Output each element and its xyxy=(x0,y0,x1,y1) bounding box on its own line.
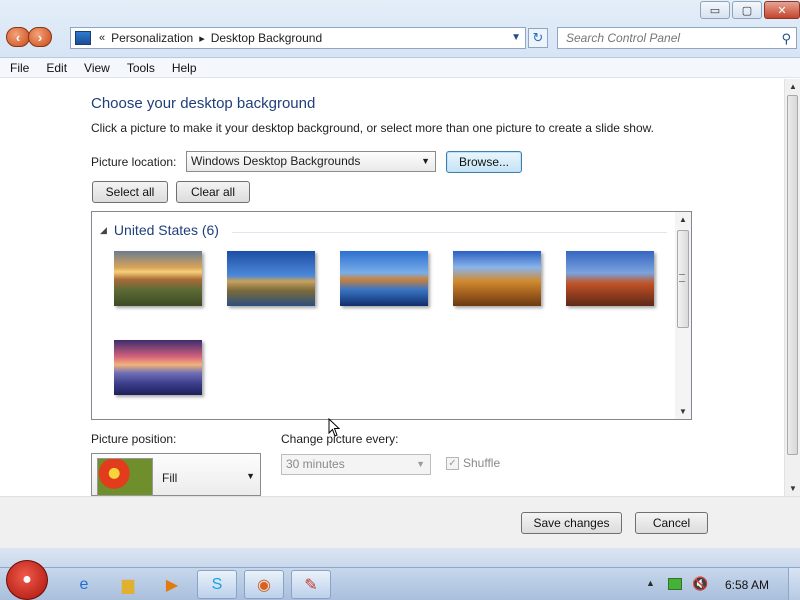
menu-view[interactable]: View xyxy=(78,61,116,75)
breadcrumb-overflow[interactable]: « xyxy=(99,32,105,44)
scroll-down-icon[interactable]: ▼ xyxy=(679,407,687,416)
show-desktop-button[interactable] xyxy=(788,568,800,600)
menu-help[interactable]: Help xyxy=(166,61,203,75)
network-icon[interactable] xyxy=(668,578,682,590)
start-button[interactable]: ● xyxy=(6,560,48,600)
firefox-button[interactable]: ◉ xyxy=(244,570,284,599)
content-pane: Choose your desktop background Click a p… xyxy=(0,79,784,496)
scroll-down-icon[interactable]: ▼ xyxy=(789,484,797,493)
media-player-button[interactable]: ▶ xyxy=(152,570,192,599)
picture-gallery: ◢ United States (6) ▲ ▼ xyxy=(91,211,692,420)
gallery-scrollbar[interactable]: ▲ ▼ xyxy=(675,212,691,419)
refresh-icon: ↻ xyxy=(532,30,544,45)
mouse-cursor-icon xyxy=(328,418,341,437)
cancel-button[interactable]: Cancel xyxy=(635,512,708,534)
firefox-icon: ◉ xyxy=(257,576,271,594)
internet-explorer-icon: e xyxy=(79,575,89,593)
caption-buttons: ▭ ▢ ✕ xyxy=(700,1,800,19)
address-bar[interactable]: « Personalization ▸ Desktop Background ▼ xyxy=(70,27,526,49)
breadcrumb-separator[interactable]: ▸ xyxy=(199,32,205,45)
select-all-button[interactable]: Select all xyxy=(92,181,168,203)
content-scroll-thumb[interactable] xyxy=(787,95,798,455)
show-hidden-icons-icon[interactable]: ▲ xyxy=(646,578,655,588)
search-input[interactable] xyxy=(558,28,768,48)
change-interval-value: 30 minutes xyxy=(286,457,345,471)
breadcrumb-personalization[interactable]: Personalization xyxy=(111,31,193,45)
thumbnail-delicate-arch[interactable] xyxy=(566,251,654,306)
media-player-icon: ▶ xyxy=(165,576,179,594)
shuffle-checkbox[interactable]: ✓ Shuffle xyxy=(446,456,500,470)
group-header[interactable]: ◢ United States (6) xyxy=(100,222,219,238)
forward-arrow-icon: › xyxy=(37,29,43,45)
picture-location-select[interactable]: Windows Desktop Backgrounds ▼ xyxy=(186,151,436,172)
explorer-button[interactable]: ▆ xyxy=(108,570,148,599)
volume-muted-icon[interactable]: 🔇 xyxy=(692,576,708,592)
picture-location-label: Picture location: xyxy=(91,155,177,169)
chevron-down-icon: ▼ xyxy=(416,459,425,469)
breadcrumb-desktop-background[interactable]: Desktop Background xyxy=(211,31,322,45)
thumbnail-hay-bale[interactable] xyxy=(453,251,541,306)
clock[interactable]: 6:58 AM xyxy=(725,578,769,592)
group-label: United States (6) xyxy=(113,222,219,238)
thumbnail-rock-reflection[interactable] xyxy=(340,251,428,306)
search-box[interactable]: ⚲ xyxy=(557,27,797,49)
clear-all-button[interactable]: Clear all xyxy=(176,181,250,203)
browse-button[interactable]: Browse... xyxy=(446,151,522,173)
minimize-button[interactable]: ▭ xyxy=(700,1,730,19)
picture-location-value: Windows Desktop Backgrounds xyxy=(191,154,361,168)
scroll-up-icon[interactable]: ▲ xyxy=(789,82,797,91)
picture-position-value: Fill xyxy=(162,471,178,485)
maximize-button[interactable]: ▢ xyxy=(732,1,762,19)
back-arrow-icon: ‹ xyxy=(15,29,21,45)
shuffle-label: Shuffle xyxy=(463,456,501,470)
chevron-down-icon: ▼ xyxy=(421,156,430,166)
thumbnail-lighthouse-coast[interactable] xyxy=(227,251,315,306)
picture-position-label: Picture position: xyxy=(91,432,177,446)
forward-button[interactable]: › xyxy=(28,27,52,47)
save-changes-button[interactable]: Save changes xyxy=(521,512,622,534)
change-interval-select[interactable]: 30 minutes ▼ xyxy=(281,454,431,475)
scroll-up-icon[interactable]: ▲ xyxy=(679,215,687,224)
search-icon[interactable]: ⚲ xyxy=(781,31,791,47)
checkmark-icon[interactable]: ✓ xyxy=(446,456,459,470)
chevron-down-icon: ▼ xyxy=(246,471,255,481)
system-tray: ▲ 🔇 6:58 AM xyxy=(640,568,800,600)
group-divider xyxy=(232,232,667,233)
angry-bird-icon: ● xyxy=(22,571,32,588)
control-panel-button[interactable]: ✎ xyxy=(291,570,331,599)
collapse-triangle-icon[interactable]: ◢ xyxy=(100,225,107,236)
address-dropdown-icon[interactable]: ▼ xyxy=(511,32,521,43)
position-preview-image xyxy=(97,458,153,496)
thumbnail-sunset-prairie[interactable] xyxy=(114,251,202,306)
internet-explorer-button[interactable]: e xyxy=(64,570,104,599)
window-titlebar: ▭ ▢ ✕ ‹ › « Personalization ▸ Desktop Ba… xyxy=(0,0,800,58)
back-button[interactable]: ‹ xyxy=(6,27,30,47)
nav-buttons: ‹ › xyxy=(6,27,52,47)
taskbar: ● e ▆ ▶ S ◉ ✎ ▲ 🔇 6:58 AM xyxy=(0,560,800,600)
thumbnail-lupine-lake[interactable] xyxy=(114,340,202,395)
content-scrollbar[interactable]: ▲ ▼ xyxy=(784,79,800,496)
scroll-grip-icon xyxy=(679,274,685,282)
close-button[interactable]: ✕ xyxy=(764,1,800,19)
window-bottom-border xyxy=(0,548,800,567)
personalization-icon: ✎ xyxy=(304,576,318,594)
menu-edit[interactable]: Edit xyxy=(40,61,73,75)
refresh-button[interactable]: ↻ xyxy=(528,28,548,48)
page-description: Click a picture to make it your desktop … xyxy=(91,121,654,135)
picture-position-select[interactable]: Fill ▼ xyxy=(91,453,261,496)
menu-tools[interactable]: Tools xyxy=(121,61,161,75)
menu-bar: File Edit View Tools Help xyxy=(0,58,800,78)
page-title: Choose your desktop background xyxy=(91,95,316,112)
folder-icon: ▆ xyxy=(121,576,135,594)
menu-file[interactable]: File xyxy=(4,61,35,75)
dialog-footer: Save changes Cancel xyxy=(0,496,800,548)
skype-icon: S xyxy=(211,575,223,593)
control-panel-icon xyxy=(75,31,91,45)
skype-button[interactable]: S xyxy=(197,570,237,599)
